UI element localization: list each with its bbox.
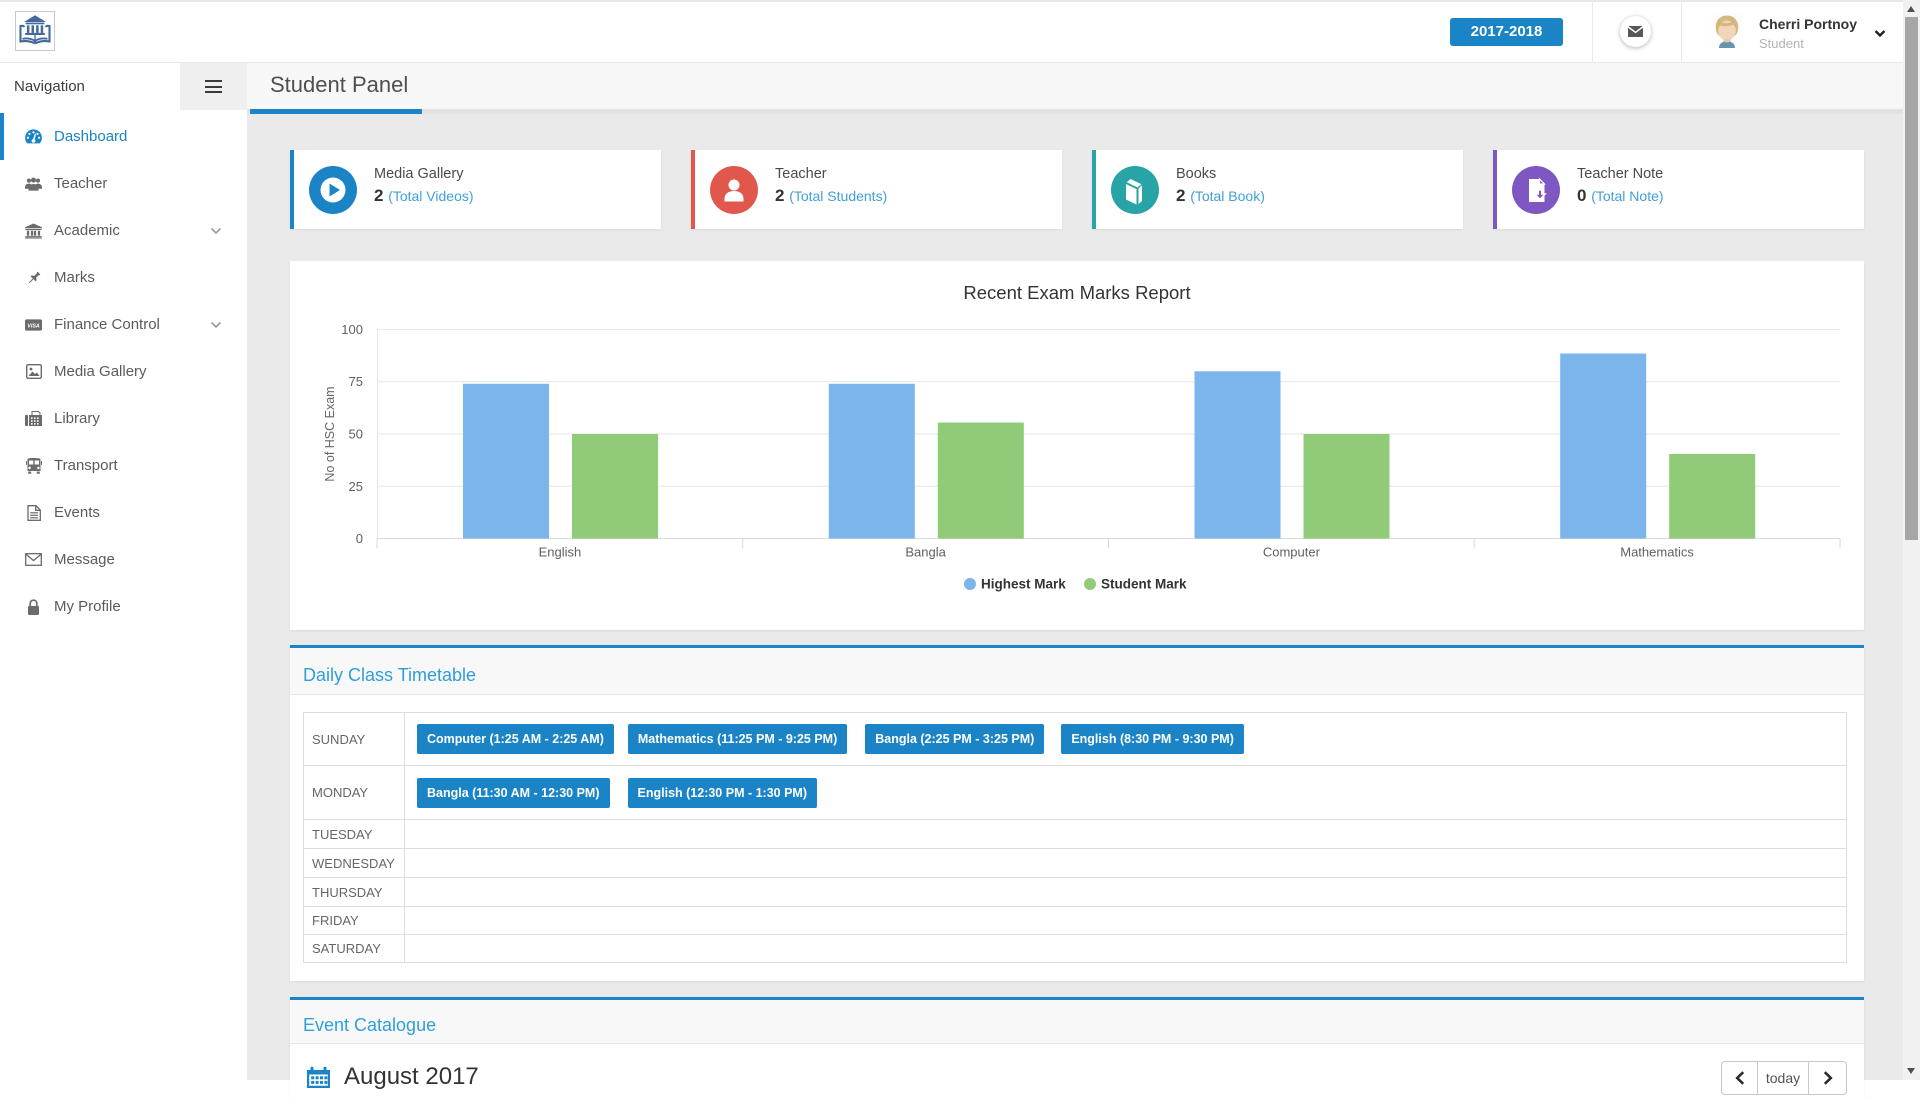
svg-text:Recent Exam Marks Report: Recent Exam Marks Report	[963, 282, 1190, 303]
svg-text:100: 100	[341, 322, 363, 337]
svg-text:Student Mark: Student Mark	[1101, 577, 1187, 592]
svg-text:VISA: VISA	[27, 323, 40, 329]
svg-text:Highest Mark: Highest Mark	[981, 577, 1066, 592]
svg-text:English: English	[539, 545, 582, 560]
svg-text:25: 25	[349, 479, 363, 494]
svg-text:Mathematics: Mathematics	[1620, 545, 1694, 560]
svg-text:No of HSC Exam: No of HSC Exam	[323, 386, 337, 481]
svg-text:Computer: Computer	[1263, 545, 1321, 560]
svg-text:50: 50	[349, 427, 363, 442]
svg-text:Bangla: Bangla	[905, 545, 946, 560]
svg-text:0: 0	[356, 531, 363, 546]
svg-text:75: 75	[349, 374, 363, 389]
